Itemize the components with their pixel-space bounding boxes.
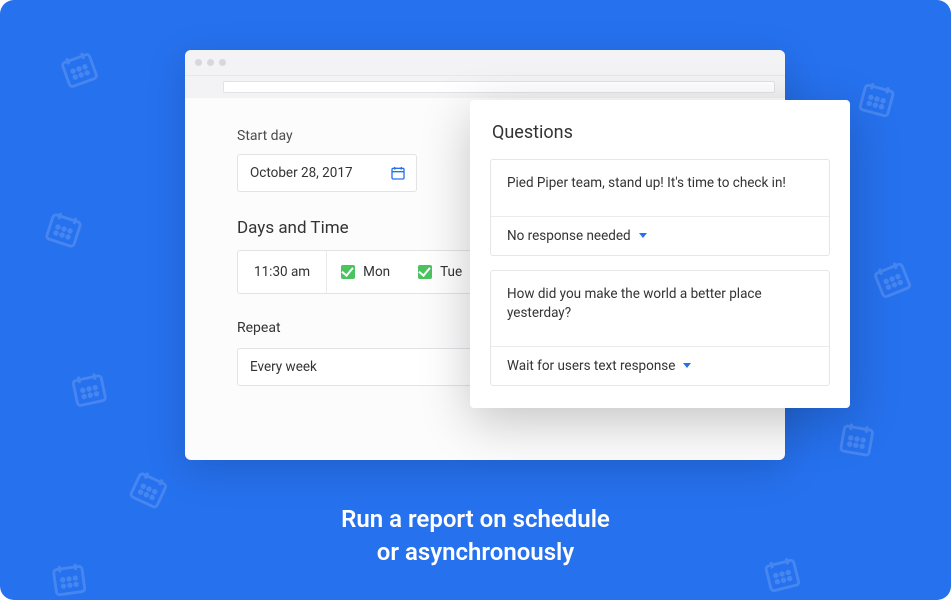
calendar-icon [835,417,879,461]
check-icon [341,265,355,279]
chevron-down-icon [639,233,647,238]
chevron-down-icon [683,363,691,368]
questions-panel: Questions Pied Piper team, stand up! It'… [470,100,850,408]
day-label: Tue [440,264,462,280]
start-day-value: October 28, 2017 [250,165,353,181]
response-mode-select[interactable]: Wait for users text response [491,347,829,385]
calendar-icon [55,45,104,94]
question-prompt-input[interactable]: Pied Piper team, stand up! It's time to … [491,160,829,217]
caption-line-2: or asynchronously [0,536,951,568]
question-prompt-text: How did you make the world a better plac… [507,286,762,322]
url-bar-row [185,76,785,98]
question-card: Pied Piper team, stand up! It's time to … [490,159,830,256]
calendar-icon [390,165,406,181]
caption-line-1: Run a report on schedule [0,503,951,535]
calendar-icon [66,366,111,411]
day-label: Mon [363,264,390,280]
time-value: 11:30 am [254,264,310,280]
questions-title: Questions [490,122,830,143]
question-card: How did you make the world a better plac… [490,270,830,386]
calendar-icon [867,254,916,303]
promo-caption: Run a report on schedule or asynchronous… [0,503,951,568]
start-day-input[interactable]: October 28, 2017 [237,154,417,192]
response-mode-select[interactable]: No response needed [491,217,829,255]
question-prompt-text: Pied Piper team, stand up! It's time to … [507,175,786,191]
repeat-value: Every week [250,359,317,375]
calendar-icon [40,205,88,253]
traffic-light-dot [195,59,202,66]
day-toggle-mon[interactable]: Mon [327,251,404,293]
calendar-icon [854,76,901,123]
traffic-light-dot [207,59,214,66]
time-input[interactable]: 11:30 am [238,251,327,293]
promo-canvas: Start day October 28, 2017 Days and Time… [0,0,951,600]
check-icon [418,265,432,279]
url-bar[interactable] [223,81,775,93]
window-titlebar [185,50,785,76]
traffic-light-dot [219,59,226,66]
response-mode-value: No response needed [507,228,631,244]
day-toggle-tue[interactable]: Tue [404,251,476,293]
response-mode-value: Wait for users text response [507,358,675,374]
question-prompt-input[interactable]: How did you make the world a better plac… [491,271,829,347]
